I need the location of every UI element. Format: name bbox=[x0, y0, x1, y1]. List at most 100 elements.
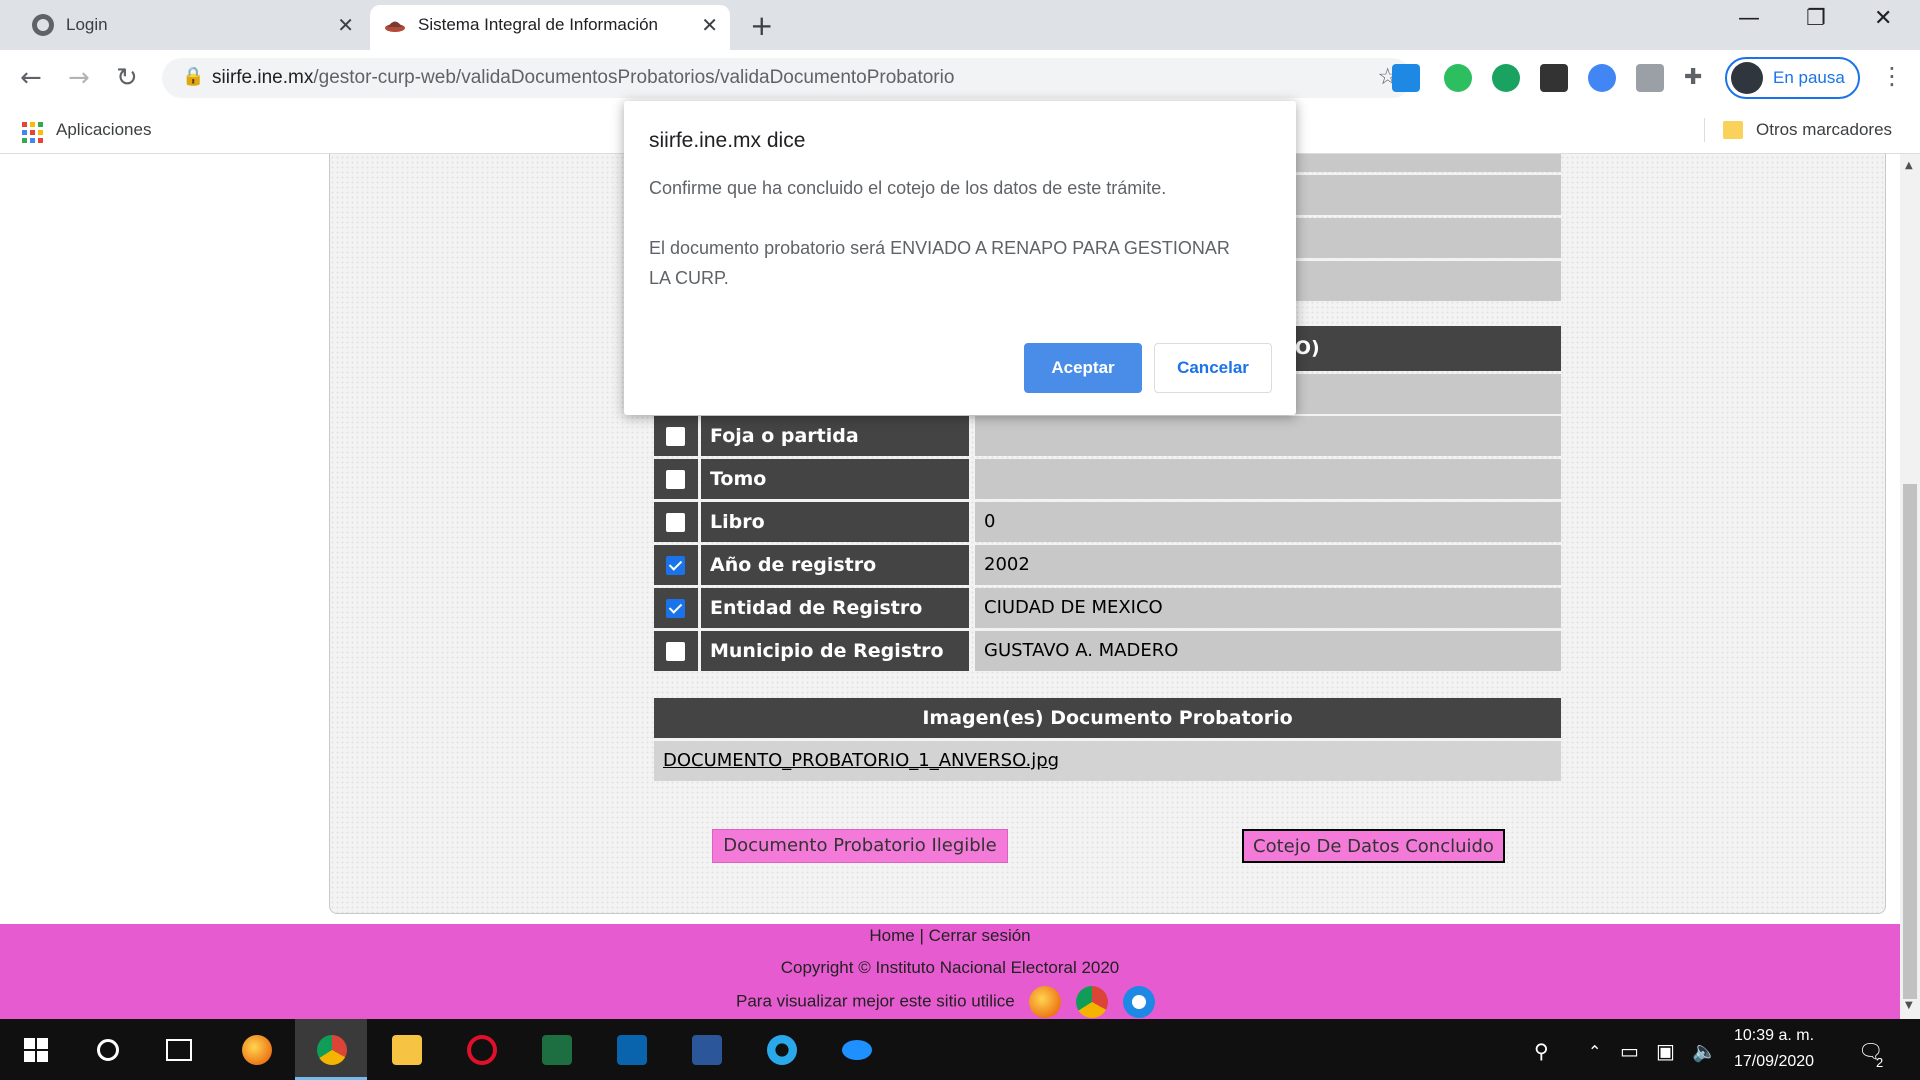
minimize-button[interactable]: — bbox=[1738, 6, 1760, 31]
new-tab-button[interactable]: + bbox=[750, 9, 773, 42]
field-label: Entidad de Registro bbox=[701, 588, 969, 628]
field-value: GUSTAVO A. MADERO bbox=[975, 631, 1561, 671]
field-table: Foja o partida Tomo Libro 0 Año de regis… bbox=[654, 416, 1561, 674]
table-row: Foja o partida bbox=[654, 416, 1561, 459]
taskbar-chrome[interactable] bbox=[295, 1019, 367, 1080]
table-row: Tomo bbox=[654, 459, 1561, 502]
address-bar[interactable]: 🔒 siirfe.ine.mx/gestor-curp-web/validaDo… bbox=[162, 58, 1412, 98]
bookmark-apps[interactable]: Aplicaciones bbox=[56, 120, 151, 140]
table-row: Libro 0 bbox=[654, 502, 1561, 545]
taskbar-file-explorer[interactable] bbox=[370, 1019, 442, 1080]
taskbar-outlook[interactable] bbox=[595, 1019, 667, 1080]
close-icon[interactable]: ✕ bbox=[337, 13, 354, 38]
image-file-link[interactable]: DOCUMENTO_PROBATORIO_1_ANVERSO.jpg bbox=[663, 750, 1059, 771]
tab-login[interactable]: Login ✕ bbox=[18, 5, 366, 50]
tab-title: Sistema Integral de Información bbox=[418, 15, 659, 34]
scroll-thumb[interactable] bbox=[1903, 484, 1917, 999]
checkbox-municipio-registro[interactable] bbox=[666, 642, 685, 661]
taskbar-excel[interactable] bbox=[520, 1019, 592, 1080]
image-file-row: DOCUMENTO_PROBATORIO_1_ANVERSO.jpg bbox=[654, 741, 1561, 781]
table-row: Municipio de Registro GUSTAVO A. MADERO bbox=[654, 631, 1561, 674]
accept-button[interactable]: Aceptar bbox=[1024, 343, 1142, 393]
field-value bbox=[975, 416, 1561, 456]
check-cell bbox=[654, 459, 698, 499]
field-label: Foja o partida bbox=[701, 416, 969, 456]
url-text[interactable]: siirfe.ine.mx/gestor-curp-web/validaDocu… bbox=[212, 67, 954, 89]
home-link[interactable]: Home bbox=[869, 926, 914, 945]
battery-icon[interactable]: ▭ bbox=[1620, 1039, 1639, 1063]
field-label: Tomo bbox=[701, 459, 969, 499]
clock-date[interactable]: 17/09/2020 bbox=[1734, 1053, 1814, 1071]
apps-grid-icon[interactable] bbox=[22, 122, 44, 144]
checkbox-anio-registro[interactable] bbox=[666, 556, 685, 575]
network-icon[interactable]: ▣ bbox=[1656, 1039, 1675, 1063]
images-header: Imagen(es) Documento Probatorio bbox=[654, 698, 1561, 738]
more-options-icon[interactable]: ⋮ bbox=[1880, 62, 1904, 90]
close-window-button[interactable]: ✕ bbox=[1874, 6, 1892, 31]
copyright-text: Copyright © Instituto Nacional Electoral… bbox=[780, 958, 1120, 977]
ine-logo-icon bbox=[385, 21, 405, 32]
vertical-scrollbar[interactable]: ▲ ▼ bbox=[1900, 154, 1920, 1019]
file-explorer-icon bbox=[392, 1035, 422, 1065]
firefox-icon[interactable] bbox=[1029, 986, 1062, 1018]
excel-icon bbox=[542, 1035, 572, 1065]
chevron-up-icon[interactable]: ⌃ bbox=[1588, 1042, 1601, 1061]
notification-count: 2 bbox=[1876, 1055, 1884, 1070]
outlook-icon bbox=[617, 1035, 647, 1065]
check-cell bbox=[654, 631, 698, 671]
footer-links: Home | Cerrar sesión bbox=[0, 926, 1900, 946]
divider bbox=[1704, 118, 1705, 142]
profile-button[interactable]: En pausa bbox=[1725, 57, 1860, 99]
close-icon[interactable]: ✕ bbox=[701, 13, 718, 38]
taskbar-app[interactable] bbox=[820, 1019, 892, 1080]
avatar bbox=[1731, 62, 1763, 94]
field-label: Libro bbox=[701, 502, 969, 542]
cancel-button[interactable]: Cancelar bbox=[1154, 343, 1272, 393]
field-value bbox=[975, 459, 1561, 499]
checkbox-libro[interactable] bbox=[666, 513, 685, 532]
search-icon[interactable] bbox=[97, 1039, 119, 1061]
check-cell bbox=[654, 416, 698, 456]
green-d-extension-icon[interactable] bbox=[1492, 64, 1520, 92]
search-extension-icon[interactable] bbox=[1588, 64, 1616, 92]
puzzle-extensions-icon[interactable]: ✚ bbox=[1684, 65, 1702, 90]
translate-extension-icon[interactable] bbox=[1636, 64, 1664, 92]
scroll-up-icon[interactable]: ▲ bbox=[1905, 160, 1913, 171]
app-icon bbox=[842, 1040, 872, 1060]
news-extension-icon[interactable] bbox=[1540, 64, 1568, 92]
dialog-message: Confirme que ha concluido el cotejo de l… bbox=[649, 178, 1230, 288]
confirm-dialog: siirfe.ine.mx dice Confirme que ha concl… bbox=[624, 101, 1296, 415]
lock-icon[interactable]: 🔒 bbox=[182, 66, 204, 87]
bookmark-other[interactable]: Otros marcadores bbox=[1756, 120, 1892, 140]
illegible-document-button[interactable]: Documento Probatorio Ilegible bbox=[712, 829, 1008, 863]
browsers-recommendation: Para visualizar mejor este sitio utilice bbox=[736, 986, 1155, 1018]
evernote-icon[interactable] bbox=[1444, 64, 1472, 92]
clock-time[interactable]: 10:39 a. m. bbox=[1734, 1027, 1814, 1045]
new-extension-icon[interactable] bbox=[1392, 64, 1420, 92]
reload-icon[interactable]: ↻ bbox=[116, 63, 138, 93]
windows-start-icon[interactable] bbox=[24, 1038, 48, 1062]
back-arrow-icon[interactable]: ← bbox=[20, 63, 42, 93]
internet-explorer-icon[interactable] bbox=[1122, 986, 1155, 1018]
volume-icon[interactable]: 🔈 bbox=[1692, 1039, 1717, 1063]
checkbox-tomo[interactable] bbox=[666, 470, 685, 489]
taskbar-word[interactable] bbox=[670, 1019, 742, 1080]
chrome-icon[interactable] bbox=[1076, 986, 1109, 1018]
data-check-concluded-button[interactable]: Cotejo De Datos Concluido bbox=[1242, 829, 1505, 863]
opera-icon bbox=[467, 1035, 497, 1065]
field-value: 0 bbox=[975, 502, 1561, 542]
scroll-down-icon[interactable]: ▼ bbox=[1905, 1000, 1913, 1011]
browser-tab-bar: Login ✕ Sistema Integral de Información … bbox=[0, 0, 1920, 50]
task-view-icon[interactable] bbox=[166, 1039, 192, 1061]
people-icon[interactable]: ⚲ bbox=[1534, 1039, 1549, 1063]
tab-siirfe[interactable]: Sistema Integral de Información ✕ bbox=[370, 5, 730, 50]
logout-link[interactable]: Cerrar sesión bbox=[929, 926, 1031, 945]
restore-button[interactable]: ❐ bbox=[1806, 6, 1826, 31]
checkbox-entidad-registro[interactable] bbox=[666, 599, 685, 618]
taskbar-firefox[interactable] bbox=[220, 1019, 292, 1080]
taskbar-internet-explorer[interactable] bbox=[745, 1019, 817, 1080]
checkbox-foja[interactable] bbox=[666, 427, 685, 446]
table-row: Entidad de Registro CIUDAD DE MEXICO bbox=[654, 588, 1561, 631]
taskbar-opera[interactable] bbox=[445, 1019, 517, 1080]
forward-arrow-icon[interactable]: → bbox=[68, 63, 90, 93]
